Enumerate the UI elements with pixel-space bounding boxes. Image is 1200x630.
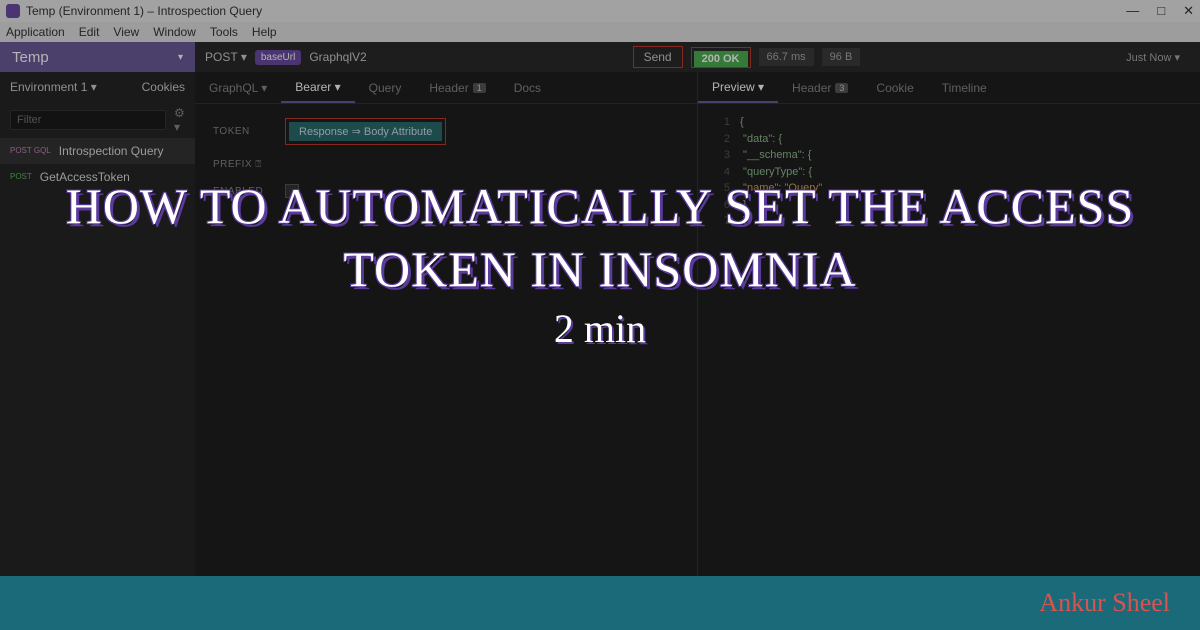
minimize-button[interactable]: — bbox=[1126, 3, 1139, 19]
footer: Ankur Sheel bbox=[0, 576, 1200, 630]
token-chip: Response ⇒ Body Attribute bbox=[289, 122, 442, 141]
article-title: HOW TO AUTOMATICALLY SET THE ACCESS TOKE… bbox=[0, 175, 1200, 300]
tab-query[interactable]: Query bbox=[355, 72, 416, 103]
menu-help[interactable]: Help bbox=[252, 25, 277, 39]
window-title: Temp (Environment 1) – Introspection Que… bbox=[26, 4, 262, 18]
menu-edit[interactable]: Edit bbox=[79, 25, 100, 39]
environment-dropdown[interactable]: Environment 1 ▾ bbox=[10, 80, 97, 94]
menu-view[interactable]: View bbox=[113, 25, 139, 39]
maximize-button[interactable]: □ bbox=[1157, 3, 1165, 19]
prefix-label: PREFIX ⍰ bbox=[213, 159, 273, 170]
read-time: 2 min bbox=[0, 305, 1200, 352]
header-count-badge: 3 bbox=[835, 83, 848, 93]
request-item[interactable]: POST GQL Introspection Query bbox=[0, 138, 195, 164]
response-tabs: Preview ▾ Header 3 Cookie Timeline bbox=[698, 72, 1200, 104]
tab-graphql[interactable]: GraphQL ▾ bbox=[195, 72, 281, 103]
menu-tools[interactable]: Tools bbox=[210, 25, 238, 39]
menu-window[interactable]: Window bbox=[153, 25, 196, 39]
baseurl-pill[interactable]: baseUrl bbox=[255, 50, 301, 65]
method-dropdown[interactable]: POST ▾ bbox=[205, 50, 247, 64]
send-button[interactable]: Send bbox=[633, 46, 683, 68]
response-size: 96 B bbox=[822, 48, 861, 66]
tab-header[interactable]: Header 3 bbox=[778, 72, 862, 103]
tab-header[interactable]: Header 1 bbox=[415, 72, 499, 103]
url-name[interactable]: GraphqlV2 bbox=[309, 50, 366, 64]
author-name: Ankur Sheel bbox=[1039, 588, 1170, 618]
workspace-dropdown[interactable]: Temp ▾ bbox=[0, 42, 195, 72]
app-logo-icon bbox=[6, 4, 20, 18]
toolbar: Temp ▾ POST ▾ baseUrl GraphqlV2 Send 200… bbox=[0, 42, 1200, 72]
tab-cookie[interactable]: Cookie bbox=[862, 72, 927, 103]
close-button[interactable]: ✕ bbox=[1183, 3, 1194, 19]
filter-input[interactable] bbox=[10, 110, 166, 130]
titlebar: Temp (Environment 1) – Introspection Que… bbox=[0, 0, 1200, 22]
request-tabs: GraphQL ▾ Bearer ▾ Query Header 1 Docs bbox=[195, 72, 697, 104]
tab-bearer[interactable]: Bearer ▾ bbox=[281, 72, 354, 103]
response-status: 200 OK bbox=[691, 47, 751, 68]
tab-docs[interactable]: Docs bbox=[500, 72, 555, 103]
cookies-button[interactable]: Cookies bbox=[142, 80, 185, 94]
history-dropdown[interactable]: Just Now ▾ bbox=[1126, 51, 1190, 64]
status-badge: 200 OK bbox=[694, 51, 748, 67]
gear-icon[interactable]: ⚙ ▾ bbox=[174, 106, 185, 134]
tab-timeline[interactable]: Timeline bbox=[928, 72, 1001, 103]
response-time: 66.7 ms bbox=[759, 48, 814, 66]
menu-application[interactable]: Application bbox=[6, 25, 65, 39]
menubar: Application Edit View Window Tools Help bbox=[0, 22, 1200, 42]
header-count-badge: 1 bbox=[473, 83, 486, 93]
request-name: Introspection Query bbox=[59, 144, 164, 158]
token-field[interactable]: Response ⇒ Body Attribute bbox=[285, 118, 446, 145]
chevron-down-icon: ▾ bbox=[178, 52, 183, 63]
workspace-name: Temp bbox=[12, 49, 49, 66]
chevron-down-icon: ▾ bbox=[241, 50, 247, 64]
tab-preview[interactable]: Preview ▾ bbox=[698, 72, 778, 103]
token-label: TOKEN bbox=[213, 126, 273, 137]
method-tag: POST GQL bbox=[10, 147, 51, 155]
